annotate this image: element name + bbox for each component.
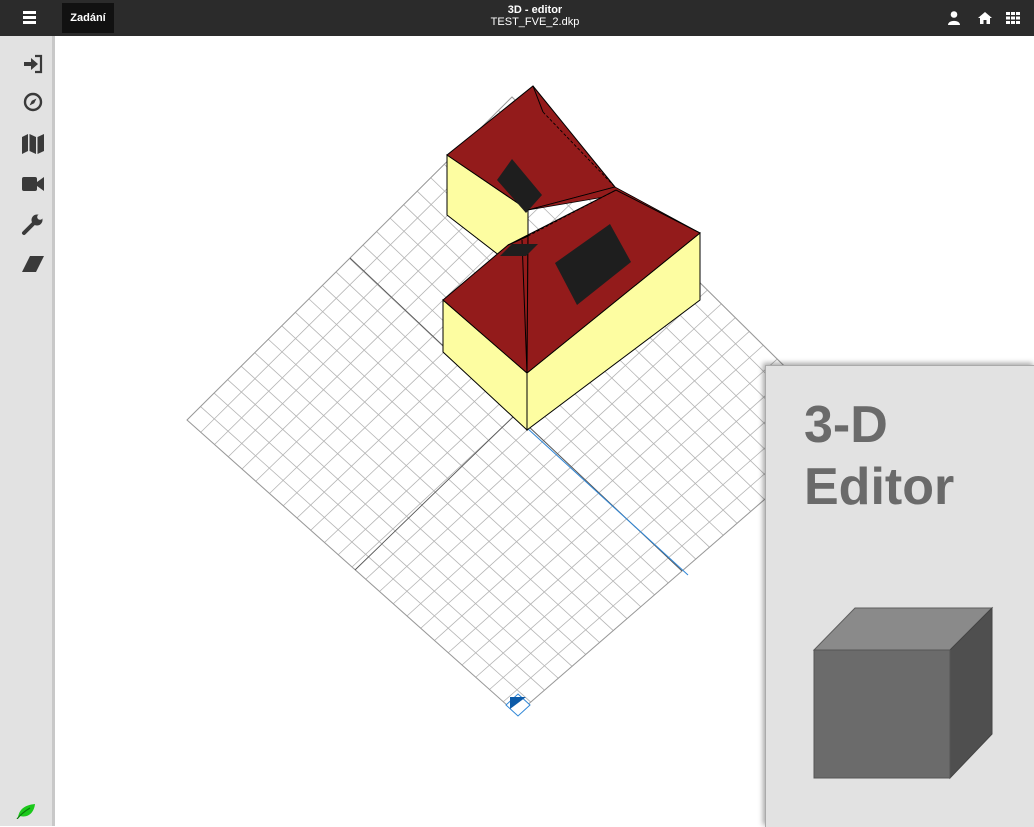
badge-title-line1: 3-D (804, 396, 888, 454)
home-icon[interactable] (977, 10, 993, 26)
house-model[interactable] (442, 85, 701, 432)
app-title: 3D - editor (507, 4, 563, 16)
badge-title: 3-D Editor (804, 394, 954, 518)
top-bar: Zadání 3D - editor TEST_FVE_2.dkp (0, 0, 1034, 36)
orientation-marker[interactable] (505, 693, 531, 717)
wrench-icon[interactable] (21, 212, 45, 236)
grid-apps-icon[interactable] (1005, 10, 1021, 26)
zadani-tab-button[interactable]: Zadání (62, 3, 114, 33)
file-name: TEST_FVE_2.dkp (490, 16, 580, 28)
eraser-icon[interactable] (21, 252, 45, 276)
map-icon[interactable] (21, 132, 45, 156)
sign-in-icon[interactable] (21, 52, 45, 76)
menu-icon[interactable] (22, 9, 40, 27)
video-camera-icon[interactable] (21, 172, 45, 196)
window-title: 3D - editor TEST_FVE_2.dkp (380, 4, 690, 28)
user-icon[interactable] (946, 10, 962, 26)
cube-icon (812, 606, 994, 780)
3d-editor-badge: 3-D Editor (765, 365, 1034, 827)
compass-icon[interactable] (21, 90, 45, 114)
leaf-icon[interactable] (16, 803, 36, 819)
badge-title-line2: Editor (804, 458, 955, 516)
